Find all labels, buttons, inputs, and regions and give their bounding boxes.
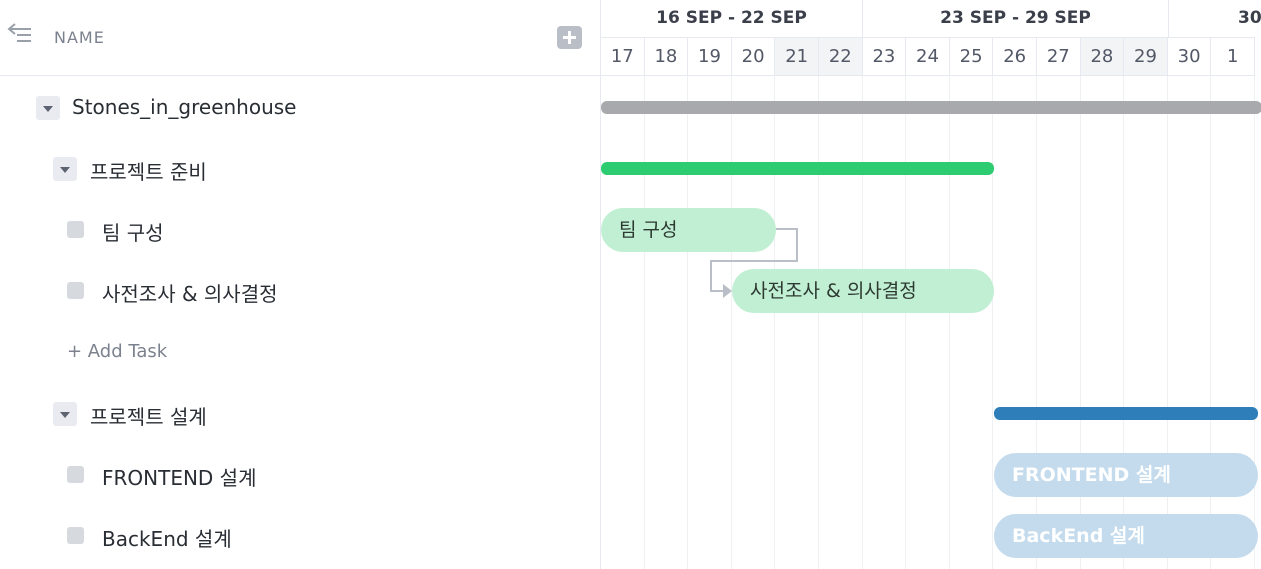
gantt-task-bar[interactable]: 사전조사 & 의사결정	[732, 269, 994, 313]
day-header-cell: 26	[993, 37, 1037, 76]
group-name: 프로젝트 준비	[90, 160, 207, 184]
day-grid-line	[992, 76, 994, 569]
add-task-row[interactable]: + Add Task	[0, 321, 600, 382]
task-list-panel: NAME Stones_in_greenhouse 프로젝트 준비 팀 구성 사…	[0, 0, 600, 569]
collapse-sidebar-icon[interactable]	[7, 20, 33, 44]
day-grid-line	[818, 76, 819, 569]
day-grid-line	[643, 76, 645, 569]
day-grid-line	[1254, 76, 1255, 569]
task-name: 사전조사 & 의사결정	[102, 282, 278, 306]
day-grid-line	[948, 76, 950, 569]
add-column-plus-icon[interactable]	[557, 26, 582, 49]
day-header-cell: 21	[775, 37, 819, 76]
day-header-cell: 20	[731, 37, 776, 76]
task-name: 팀 구성	[102, 221, 164, 245]
week-header: 16 SEP - 22 SEP	[601, 0, 863, 37]
name-column-header: NAME	[54, 28, 105, 47]
day-header-cell: 30	[1167, 37, 1212, 76]
day-header-cell: 19	[688, 37, 732, 76]
task-name: BackEnd 설계	[102, 527, 232, 551]
project-name: Stones_in_greenhouse	[72, 95, 297, 119]
task-row[interactable]: FRONTEND 설계	[0, 444, 600, 505]
group-collapse-caret-icon[interactable]	[53, 402, 77, 426]
add-task-button[interactable]: + Add Task	[67, 341, 167, 362]
day-header-cell: 25	[949, 37, 994, 76]
day-header-cell: 28	[1080, 37, 1125, 76]
day-header-cell: 17	[601, 37, 645, 76]
day-grid-line	[774, 76, 776, 569]
group-summary-bar-prep[interactable]	[601, 162, 994, 175]
task-row[interactable]: 사전조사 & 의사결정	[0, 260, 600, 321]
group-row-design[interactable]: 프로젝트 설계	[0, 383, 600, 444]
gantt-task-bar[interactable]: FRONTEND 설계	[994, 453, 1258, 497]
list-header: NAME	[0, 0, 600, 76]
task-status-checkbox[interactable]	[67, 466, 84, 483]
day-grid-line	[687, 76, 689, 569]
gantt-task-bar[interactable]: BackEnd 설계	[994, 514, 1258, 558]
day-grid-line	[730, 76, 732, 569]
day-header-cell: 22	[819, 37, 863, 76]
week-header: 23 SEP - 29 SEP	[863, 0, 1169, 37]
project-row[interactable]: Stones_in_greenhouse	[0, 77, 600, 138]
day-header-cell: 23	[862, 37, 907, 76]
week-header: 30	[1238, 8, 1261, 28]
gantt-timeline[interactable]: 16 SEP - 22 SEP 23 SEP - 29 SEP 30 17 18 1…	[600, 0, 1261, 569]
day-grid-line	[861, 76, 863, 569]
task-status-checkbox[interactable]	[67, 527, 84, 544]
project-summary-bar[interactable]	[601, 101, 1261, 114]
day-header-cell: 29	[1124, 37, 1168, 76]
group-summary-bar-design[interactable]	[994, 407, 1258, 420]
day-header-cell: 27	[1037, 37, 1081, 76]
task-row[interactable]: BackEnd 설계	[0, 505, 600, 566]
day-header-cell: 24	[906, 37, 950, 76]
group-row-prep[interactable]: 프로젝트 준비	[0, 138, 600, 199]
day-header-cell: 18	[644, 37, 689, 76]
task-row[interactable]: 팀 구성	[0, 199, 600, 260]
task-status-checkbox[interactable]	[67, 221, 84, 238]
task-status-checkbox[interactable]	[67, 282, 84, 299]
group-collapse-caret-icon[interactable]	[53, 157, 77, 181]
task-name: FRONTEND 설계	[102, 466, 257, 490]
group-name: 프로젝트 설계	[90, 405, 207, 429]
day-header-cell: 1	[1211, 37, 1255, 76]
day-grid-line	[905, 76, 907, 569]
project-collapse-caret-icon[interactable]	[36, 96, 60, 120]
